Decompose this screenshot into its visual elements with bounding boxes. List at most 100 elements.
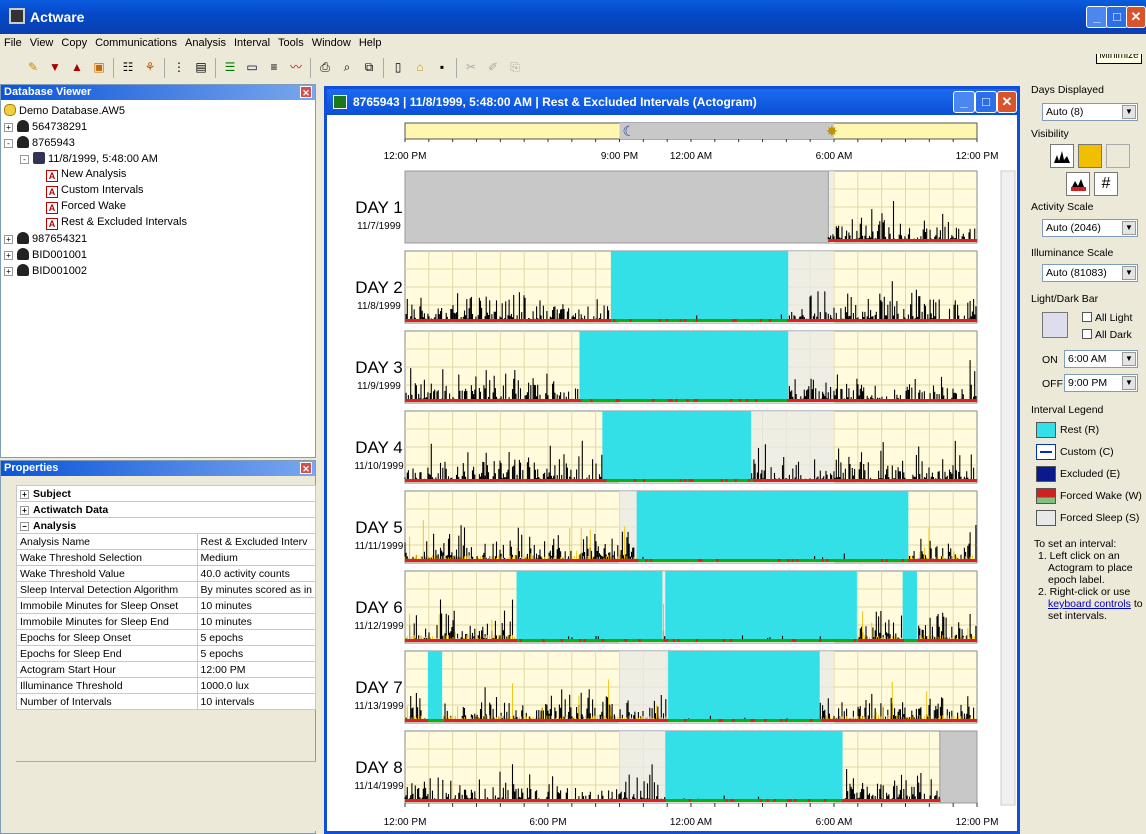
- graph-icon[interactable]: 〰: [287, 58, 305, 76]
- close-button[interactable]: ✕: [997, 91, 1017, 113]
- property-row[interactable]: Illuminance Threshold 1000.0 lux: [16, 677, 317, 694]
- menu-help[interactable]: Help: [355, 34, 386, 49]
- expand-icon[interactable]: +: [4, 251, 13, 260]
- upload-icon[interactable]: ▲: [68, 58, 86, 76]
- list-icon[interactable]: ≡: [265, 58, 283, 76]
- tree-item[interactable]: +987654321: [4, 232, 87, 245]
- battery-icon[interactable]: ▣: [90, 58, 108, 76]
- close-icon[interactable]: ✕: [300, 462, 312, 474]
- bar-visibility-icon[interactable]: [1066, 172, 1090, 196]
- minimize-button[interactable]: _: [953, 91, 975, 113]
- edit-icon[interactable]: ✐: [484, 58, 502, 76]
- property-row[interactable]: Wake Threshold Selection Medium: [16, 549, 317, 566]
- property-row[interactable]: Sleep Interval Detection Algorithm By min…: [16, 581, 317, 598]
- light-visibility-icon[interactable]: [1078, 144, 1102, 168]
- property-row[interactable]: Epochs for Sleep End 5 epochs: [16, 645, 317, 662]
- report-icon[interactable]: ▤: [192, 58, 210, 76]
- illuminance-scale-select[interactable]: Auto (81083) ▼: [1042, 264, 1138, 282]
- paste-icon[interactable]: ⎘: [506, 58, 524, 76]
- tree-item[interactable]: + BID001002: [4, 264, 87, 277]
- menu-copy[interactable]: Copy: [57, 34, 91, 49]
- menu-tools[interactable]: Tools: [274, 34, 308, 49]
- window-icon[interactable]: ▭: [243, 58, 261, 76]
- day-label: DAY 4: [355, 438, 403, 457]
- menu-communications[interactable]: Communications: [91, 34, 181, 49]
- close-icon[interactable]: ✕: [300, 86, 312, 98]
- activity-visibility-icon[interactable]: [1050, 144, 1074, 168]
- legend-swatch[interactable]: [1036, 466, 1056, 482]
- new-icon[interactable]: ▯: [389, 58, 407, 76]
- tree-item[interactable]: -11/8/1999, 5:48:00 AM: [20, 152, 158, 165]
- dark-period: [619, 123, 834, 139]
- menu-interval[interactable]: Interval: [230, 34, 274, 49]
- keyboard-controls-link[interactable]: keyboard controls: [1048, 598, 1131, 610]
- close-button[interactable]: ✕: [1126, 6, 1146, 28]
- day-label: DAY 3: [355, 358, 403, 377]
- maximize-button[interactable]: □: [1106, 6, 1128, 28]
- property-row[interactable]: Analysis Name Rest & Excluded Interv: [16, 533, 317, 550]
- legend-swatch[interactable]: [1036, 444, 1056, 460]
- property-row[interactable]: Immobile Minutes for Sleep End 10 minutes: [16, 613, 317, 630]
- section-actiwatch-data[interactable]: + Actiwatch Data: [16, 501, 316, 518]
- actogram-window: 8765943 | 11/8/1999, 5:48:00 AM | Rest &…: [324, 86, 1020, 834]
- property-row[interactable]: Immobile Minutes for Sleep Onset 10 minut…: [16, 597, 317, 614]
- copy-icon[interactable]: ⧉: [360, 58, 378, 76]
- section-subject[interactable]: + Subject: [16, 485, 316, 502]
- expand-icon[interactable]: +: [4, 267, 13, 276]
- print-icon[interactable]: ⎙: [316, 58, 334, 76]
- properties-icon[interactable]: ☷: [119, 58, 137, 76]
- light-dark-icon[interactable]: [1042, 312, 1068, 338]
- activity-scale-select[interactable]: Auto (2046) ▼: [1042, 219, 1138, 237]
- menu-file[interactable]: File: [0, 34, 26, 49]
- marker-visibility-icon[interactable]: [1106, 144, 1130, 168]
- tree-root[interactable]: Demo Database.AW5: [4, 104, 125, 117]
- open-icon[interactable]: ⌂: [411, 58, 429, 76]
- subject-icon[interactable]: ✎: [24, 58, 42, 76]
- tree-item[interactable]: A New Analysis: [46, 168, 126, 182]
- tree-item[interactable]: A Forced Wake: [46, 200, 126, 214]
- tree-item[interactable]: -8765943: [4, 136, 75, 149]
- save-icon[interactable]: ▪: [433, 58, 451, 76]
- day-date: 11/12/1999: [354, 621, 404, 632]
- section-analysis[interactable]: − Analysis: [16, 517, 316, 534]
- collapse-icon[interactable]: -: [20, 155, 29, 164]
- cut-icon[interactable]: ✂: [462, 58, 480, 76]
- tree-item[interactable]: A Rest & Excluded Intervals: [46, 216, 187, 230]
- property-row[interactable]: Wake Threshold Value 40.0 activity counts: [16, 565, 317, 582]
- light-dark-bar-label: Light/Dark Bar: [1031, 293, 1099, 305]
- tree-item[interactable]: A Custom Intervals: [46, 184, 144, 198]
- tree-icon[interactable]: ⋮: [170, 58, 188, 76]
- filter-icon[interactable]: ⚘: [141, 58, 159, 76]
- grid-icon[interactable]: #: [1094, 172, 1118, 196]
- all-dark-checkbox[interactable]: All Dark: [1082, 329, 1132, 341]
- property-row[interactable]: Actogram Start Hour 12:00 PM: [16, 661, 317, 678]
- all-light-checkbox[interactable]: All Light: [1082, 312, 1132, 324]
- on-time-select[interactable]: 6:00 AM ▼: [1064, 350, 1138, 368]
- property-row[interactable]: Epochs for Sleep Onset 5 epochs: [16, 629, 317, 646]
- expand-icon[interactable]: +: [4, 123, 13, 132]
- property-row[interactable]: Number of Intervals 10 intervals: [16, 693, 317, 710]
- maximize-button[interactable]: □: [975, 91, 997, 113]
- rest-interval: [902, 571, 917, 639]
- legend-swatch[interactable]: [1036, 510, 1056, 526]
- database-viewer-title-bar: Database Viewer ✕: [1, 85, 315, 100]
- download-icon[interactable]: ▼: [46, 58, 64, 76]
- tree-item[interactable]: + BID001001: [4, 248, 87, 261]
- vertical-scrollbar[interactable]: [1000, 170, 1016, 806]
- menu-window[interactable]: Window: [308, 34, 355, 49]
- legend-swatch[interactable]: [1036, 422, 1056, 438]
- legend-swatch[interactable]: [1036, 488, 1056, 504]
- print-preview-icon[interactable]: ⌕: [338, 58, 356, 76]
- database-icon: [4, 104, 16, 116]
- tree-item[interactable]: +564738291: [4, 120, 87, 133]
- menu-view[interactable]: View: [26, 34, 58, 49]
- off-time-select[interactable]: 9:00 PM ▼: [1064, 374, 1138, 392]
- menu-analysis[interactable]: Analysis: [181, 34, 230, 49]
- rest-interval: [602, 411, 752, 479]
- actogram-chart[interactable]: ☾ ✸ 12:00 PM 9:00 PM 12:00 AM 6:00 AM 12:00 PM…: [327, 115, 1017, 831]
- expand-icon[interactable]: +: [4, 235, 13, 244]
- collapse-icon[interactable]: -: [4, 139, 13, 148]
- days-displayed-select[interactable]: Auto (8) ▼: [1042, 103, 1138, 121]
- minimize-button[interactable]: _: [1086, 6, 1108, 28]
- actogram-icon[interactable]: ☰: [221, 58, 239, 76]
